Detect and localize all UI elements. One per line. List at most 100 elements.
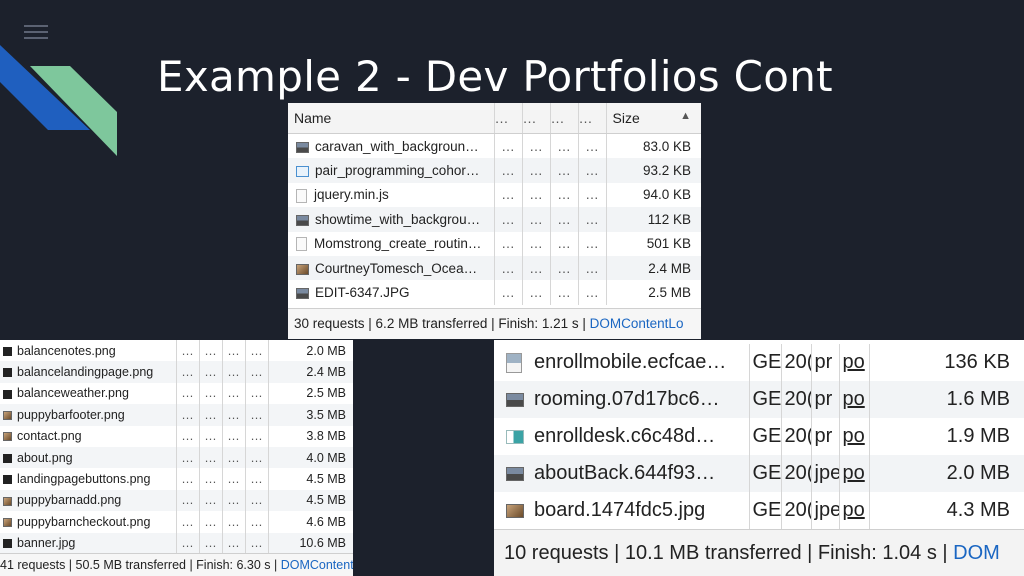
- cell: …: [221, 340, 245, 362]
- cell: …: [244, 511, 268, 533]
- cell: …: [175, 340, 199, 362]
- request-method: GE: [748, 418, 781, 455]
- cell: …: [198, 404, 222, 426]
- initiator-link[interactable]: po: [838, 418, 869, 455]
- column-header[interactable]: …: [521, 103, 550, 134]
- file-name: pair_programming_cohor…: [315, 163, 480, 179]
- request-type: jpe: [810, 492, 839, 529]
- table-row[interactable]: board.1474fdc5.jpg GE 20( jpe po 4.3 MB: [494, 492, 1024, 529]
- initiator-link[interactable]: po: [838, 455, 869, 492]
- document-icon: [296, 237, 307, 252]
- cell: …: [221, 425, 245, 447]
- status-summary: 10 requests | 10.1 MB transferred | Fini…: [504, 542, 954, 564]
- file-size: 4.3 MB: [868, 492, 1024, 529]
- file-size: 4.5 MB: [267, 468, 353, 490]
- file-name: CourtneyTomesch_Ocea…: [315, 260, 478, 276]
- column-header-size[interactable]: Size ▲: [605, 103, 701, 134]
- file-name: rooming.07d17bc6…: [534, 388, 720, 410]
- file-name: about.png: [17, 450, 73, 465]
- cell: …: [221, 361, 245, 383]
- domcontentloaded-link[interactable]: DOMContentLo: [590, 316, 684, 331]
- request-type: pr: [810, 418, 839, 455]
- cell: …: [221, 511, 245, 533]
- decorative-stripes: [0, 45, 117, 156]
- cell: …: [175, 532, 199, 554]
- column-header[interactable]: …: [549, 103, 578, 134]
- request-type: pr: [810, 344, 839, 381]
- sort-ascending-icon: ▲: [680, 110, 691, 122]
- table-row[interactable]: puppybarnadd.png ………… 4.5 MB: [0, 489, 353, 512]
- file-size: 3.8 MB: [267, 425, 353, 447]
- table-row[interactable]: enrollmobile.ecfcae… GE 20( pr po 136 KB: [494, 344, 1024, 381]
- column-header-name[interactable]: Name: [288, 103, 494, 134]
- image-icon: [506, 429, 524, 444]
- cell: …: [175, 404, 199, 426]
- image-icon: [3, 368, 12, 378]
- status-bar: 30 requests | 6.2 MB transferred | Finis…: [288, 308, 701, 339]
- cell: …: [577, 182, 606, 208]
- file-size: 2.0 MB: [267, 340, 353, 362]
- initiator-link[interactable]: po: [838, 381, 869, 418]
- file-name: puppybarnadd.png: [17, 493, 122, 508]
- table-row[interactable]: showtime_with_backgrou… ………… 112 KB: [288, 207, 701, 232]
- cell: …: [175, 468, 199, 490]
- request-status: 20(: [780, 492, 811, 529]
- table-row[interactable]: balancenotes.png ………… 2.0 MB: [0, 340, 353, 362]
- cell: …: [549, 231, 578, 256]
- image-icon: [506, 503, 524, 518]
- domcontentloaded-link[interactable]: DOM: [953, 542, 1000, 564]
- cell: …: [198, 532, 222, 554]
- cell: …: [549, 207, 578, 232]
- column-header[interactable]: …: [577, 103, 606, 134]
- table-row[interactable]: balancelandingpage.png ………… 2.4 MB: [0, 361, 353, 383]
- table-row[interactable]: pair_programming_cohor… ………… 93.2 KB: [288, 158, 701, 183]
- cell: …: [549, 255, 578, 281]
- cell: …: [244, 425, 268, 447]
- initiator-link[interactable]: po: [838, 492, 869, 529]
- cell: …: [244, 532, 268, 554]
- table-row[interactable]: aboutBack.644f93… GE 20( jpe po 2.0 MB: [494, 455, 1024, 492]
- table-row[interactable]: puppybarfooter.png ………… 3.5 MB: [0, 404, 353, 426]
- cell: …: [549, 280, 578, 305]
- cell: …: [175, 511, 199, 533]
- table-row[interactable]: enrolldesk.c6c48d… GE 20( pr po 1.9 MB: [494, 418, 1024, 455]
- initiator-link[interactable]: po: [838, 344, 869, 381]
- file-name: enrolldesk.c6c48d…: [534, 425, 716, 447]
- table-row[interactable]: about.png ………… 4.0 MB: [0, 446, 353, 469]
- image-icon: [296, 287, 309, 299]
- cell: …: [521, 133, 550, 159]
- table-header: Name … … … … Size ▲: [288, 103, 701, 134]
- table-row[interactable]: EDIT-6347.JPG ………… 2.5 MB: [288, 280, 701, 305]
- table-row[interactable]: rooming.07d17bc6… GE 20( pr po 1.6 MB: [494, 381, 1024, 418]
- table-row[interactable]: balanceweather.png ………… 2.5 MB: [0, 382, 353, 405]
- cell: …: [521, 255, 550, 281]
- slide-title: Example 2 - Dev Portfolios Cont: [157, 52, 833, 101]
- domcontentloaded-link[interactable]: DOMContentLo: [281, 558, 353, 572]
- network-panel-screenshot-left: balancenotes.png ………… 2.0 MB balanceland…: [0, 340, 353, 576]
- file-name: aboutBack.644f93…: [534, 462, 716, 484]
- cell: …: [175, 489, 199, 512]
- request-method: GE: [748, 344, 781, 381]
- file-size: 136 KB: [868, 344, 1024, 381]
- table-row[interactable]: landingpagebuttons.png ………… 4.5 MB: [0, 468, 353, 490]
- file-name: enrollmobile.ecfcae…: [534, 351, 727, 373]
- table-row[interactable]: Momstrong_create_routin… ………… 501 KB: [288, 231, 701, 256]
- table-row[interactable]: CourtneyTomesch_Ocea… ………… 2.4 MB: [288, 255, 701, 281]
- column-header[interactable]: …: [493, 103, 522, 134]
- cell: …: [244, 468, 268, 490]
- table-row[interactable]: contact.png ………… 3.8 MB: [0, 425, 353, 447]
- file-size: 4.6 MB: [267, 511, 353, 533]
- cell: …: [198, 468, 222, 490]
- table-row[interactable]: puppybarncheckout.png ………… 4.6 MB: [0, 511, 353, 533]
- script-file-icon: [296, 188, 307, 203]
- file-name: Momstrong_create_routin…: [314, 236, 482, 252]
- table-row[interactable]: jquery.min.js ………… 94.0 KB: [288, 182, 701, 208]
- image-icon: [3, 432, 12, 442]
- table-row[interactable]: banner.jpg ………… 10.6 MB: [0, 532, 353, 554]
- cell: …: [521, 182, 550, 208]
- cell: …: [198, 511, 222, 533]
- mobile-image-icon: [506, 352, 522, 373]
- cell: …: [175, 361, 199, 383]
- table-row[interactable]: caravan_with_backgroun… ………… 83.0 KB: [288, 133, 701, 159]
- cell: …: [175, 446, 199, 469]
